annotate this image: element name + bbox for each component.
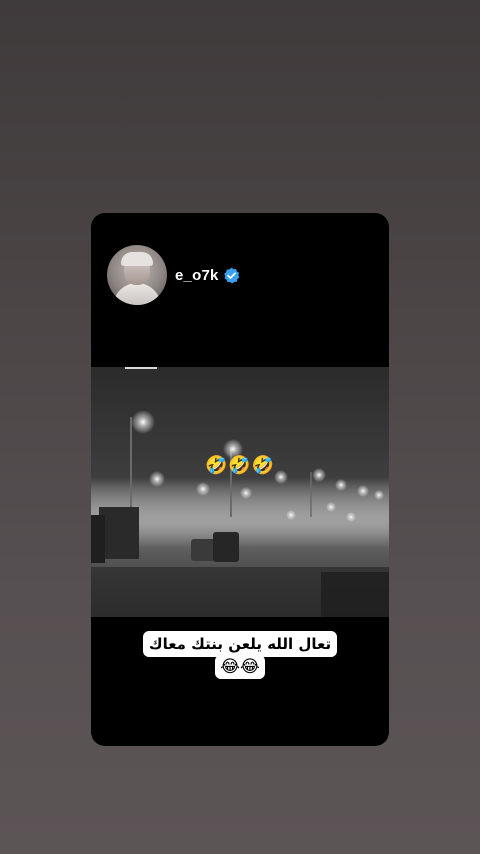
video-player[interactable]: 🤣🤣🤣 <box>91 367 389 617</box>
screen: { "post": { "username": "e_o7k", "verifi… <box>0 0 480 854</box>
night-street-scene <box>91 410 389 617</box>
caption-line-1: تعال الله يلعن بنتك معاك <box>142 631 338 657</box>
video-progress-mark <box>125 367 157 369</box>
avatar-cap-shape <box>121 252 153 266</box>
avatar-body-shape <box>113 283 161 305</box>
caption: تعال الله يلعن بنتك معاك 😂😂 <box>91 631 389 679</box>
verified-badge-icon <box>223 267 239 283</box>
username[interactable]: e_o7k <box>175 267 219 284</box>
story-card[interactable]: e_o7k 🤣🤣🤣 تعال الله يلعن بنتك معاك 😂😂 <box>91 213 389 746</box>
video-emoji-overlay: 🤣🤣🤣 <box>205 455 276 476</box>
post-header: e_o7k <box>107 243 240 307</box>
caption-line-2: 😂😂 <box>215 655 265 679</box>
avatar[interactable] <box>107 245 167 305</box>
